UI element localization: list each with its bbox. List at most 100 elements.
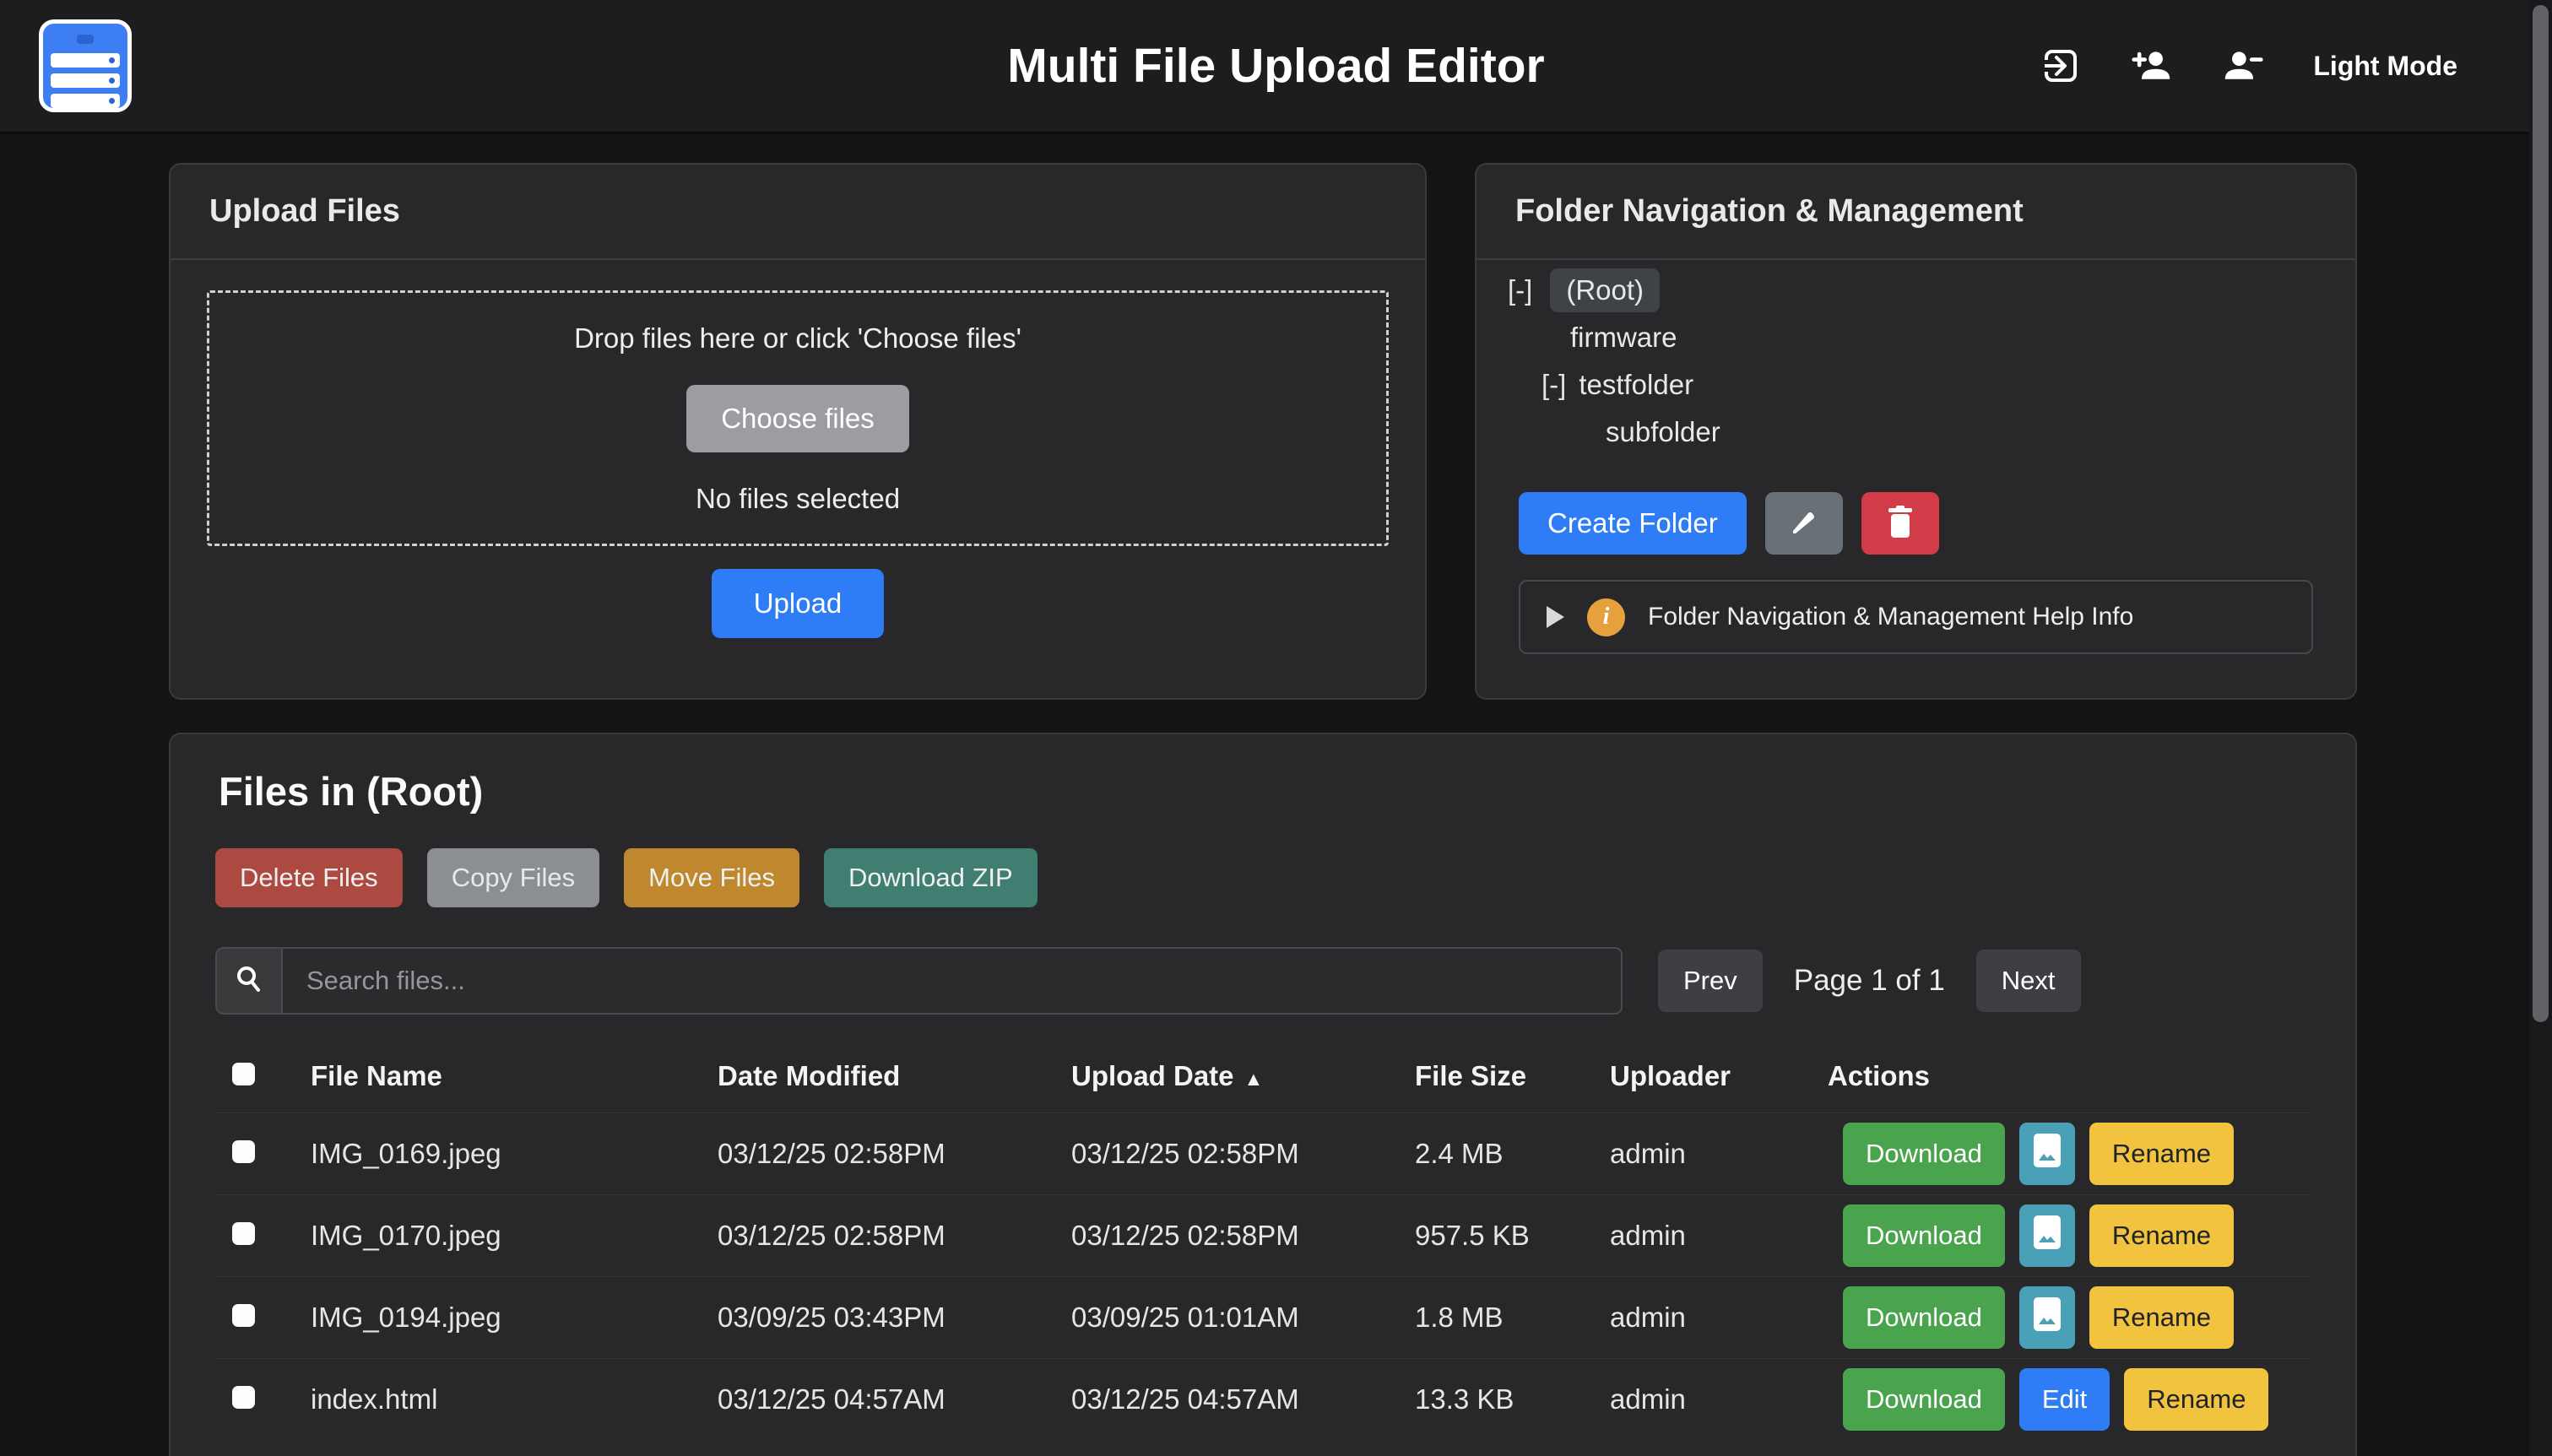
main-content: Upload Files Drop files here or click 'C… bbox=[0, 132, 2552, 1456]
tree-toggle-testfolder[interactable]: [-] bbox=[1541, 369, 1566, 401]
files-table-header: File Name Date Modified Upload Date▲ Fil… bbox=[215, 1040, 2311, 1112]
image-icon bbox=[2033, 1214, 2062, 1258]
pagination: Prev Page 1 of 1 Next bbox=[1658, 950, 2081, 1012]
trash-icon bbox=[1883, 504, 1917, 544]
row-checkbox[interactable] bbox=[232, 1222, 255, 1245]
rename-button[interactable]: Rename bbox=[2089, 1204, 2234, 1267]
tree-item-root: [-] (Root) bbox=[1508, 267, 2324, 314]
delete-files-button[interactable]: Delete Files bbox=[215, 848, 403, 907]
tree-toggle-root[interactable]: [-] bbox=[1508, 274, 1532, 306]
preview-image-button[interactable] bbox=[2019, 1286, 2075, 1349]
column-header-actions: Actions bbox=[1828, 1060, 2311, 1092]
date-modified: 03/12/25 02:58PM bbox=[718, 1138, 1071, 1170]
download-button[interactable]: Download bbox=[1843, 1286, 2005, 1349]
files-list-panel: Files in (Root) Delete Files Copy Files … bbox=[169, 733, 2357, 1456]
tree-item-firmware: firmware bbox=[1508, 314, 2324, 361]
image-icon bbox=[2033, 1132, 2062, 1176]
upload-button[interactable]: Upload bbox=[712, 569, 885, 638]
login-icon[interactable] bbox=[2040, 45, 2082, 87]
search-row: Prev Page 1 of 1 Next bbox=[215, 947, 2311, 1015]
upload-files-panel: Upload Files Drop files here or click 'C… bbox=[169, 163, 1427, 700]
person-add-icon[interactable] bbox=[2131, 45, 2173, 87]
select-all-checkbox[interactable] bbox=[232, 1063, 255, 1085]
image-icon bbox=[2033, 1296, 2062, 1340]
copy-files-button[interactable]: Copy Files bbox=[427, 848, 599, 907]
download-button[interactable]: Download bbox=[1843, 1368, 2005, 1431]
column-header-upload-date[interactable]: Upload Date▲ bbox=[1071, 1060, 1415, 1092]
column-header-file-size[interactable]: File Size bbox=[1415, 1060, 1610, 1092]
rename-folder-button[interactable] bbox=[1765, 492, 1843, 555]
move-files-button[interactable]: Move Files bbox=[624, 848, 799, 907]
file-size: 957.5 KB bbox=[1415, 1220, 1610, 1252]
download-zip-button[interactable]: Download ZIP bbox=[824, 848, 1038, 907]
rename-button[interactable]: Rename bbox=[2089, 1286, 2234, 1349]
prev-page-button[interactable]: Prev bbox=[1658, 950, 1763, 1012]
upload-panel-title: Upload Files bbox=[171, 165, 1425, 260]
logo-led bbox=[77, 35, 94, 44]
pencil-icon bbox=[1787, 506, 1821, 542]
column-header-uploader[interactable]: Uploader bbox=[1610, 1060, 1828, 1092]
table-row: index.html 03/12/25 04:57AM 03/12/25 04:… bbox=[215, 1358, 2311, 1440]
rename-button[interactable]: Rename bbox=[2089, 1123, 2234, 1185]
column-header-date-modified[interactable]: Date Modified bbox=[718, 1060, 1071, 1092]
search-input[interactable] bbox=[283, 947, 1623, 1015]
preview-image-button[interactable] bbox=[2019, 1204, 2075, 1267]
tree-folder-firmware[interactable]: firmware bbox=[1570, 322, 1677, 354]
folder-tree: [-] (Root) firmware [-] testfolder subfo… bbox=[1508, 267, 2324, 456]
uploader: admin bbox=[1610, 1383, 1828, 1415]
table-row: IMG_0170.jpeg 03/12/25 02:58PM 03/12/25 … bbox=[215, 1194, 2311, 1276]
column-header-file-name[interactable]: File Name bbox=[311, 1060, 718, 1092]
table-row: IMG_0169.jpeg 03/12/25 02:58PM 03/12/25 … bbox=[215, 1112, 2311, 1194]
caret-right-icon bbox=[1547, 606, 1564, 628]
uploader: admin bbox=[1610, 1302, 1828, 1334]
upload-date: 03/12/25 04:57AM bbox=[1071, 1383, 1415, 1415]
download-button[interactable]: Download bbox=[1843, 1204, 2005, 1267]
person-remove-icon[interactable] bbox=[2222, 45, 2264, 87]
server-stack-logo-icon bbox=[39, 19, 132, 112]
upload-date: 03/12/25 02:58PM bbox=[1071, 1138, 1415, 1170]
page-scrollbar-track[interactable] bbox=[2529, 0, 2552, 1456]
file-name: IMG_0169.jpeg bbox=[311, 1138, 718, 1170]
upload-date: 03/09/25 01:01AM bbox=[1071, 1302, 1415, 1334]
theme-toggle-button[interactable]: Light Mode bbox=[2313, 51, 2457, 82]
preview-image-button[interactable] bbox=[2019, 1123, 2075, 1185]
row-checkbox[interactable] bbox=[232, 1386, 255, 1409]
edit-button[interactable]: Edit bbox=[2019, 1368, 2110, 1431]
rename-button[interactable]: Rename bbox=[2124, 1368, 2268, 1431]
download-button[interactable]: Download bbox=[1843, 1123, 2005, 1185]
table-row: IMG_0194.jpeg 03/09/25 03:43PM 03/09/25 … bbox=[215, 1276, 2311, 1358]
tree-folder-root[interactable]: (Root) bbox=[1550, 268, 1660, 312]
tree-folder-testfolder[interactable]: testfolder bbox=[1579, 369, 1693, 401]
next-page-button[interactable]: Next bbox=[1976, 950, 2081, 1012]
choose-files-button[interactable]: Choose files bbox=[686, 385, 909, 452]
tree-item-subfolder: subfolder bbox=[1508, 409, 2324, 456]
page-title: Multi File Upload Editor bbox=[1007, 38, 1544, 94]
upload-date: 03/12/25 02:58PM bbox=[1071, 1220, 1415, 1252]
folder-navigation-panel: Folder Navigation & Management [-] (Root… bbox=[1475, 163, 2357, 700]
row-checkbox[interactable] bbox=[232, 1304, 255, 1327]
file-name: IMG_0170.jpeg bbox=[311, 1220, 718, 1252]
create-folder-button[interactable]: Create Folder bbox=[1519, 492, 1747, 555]
file-size: 1.8 MB bbox=[1415, 1302, 1610, 1334]
file-name: index.html bbox=[311, 1383, 718, 1415]
file-dropzone[interactable]: Drop files here or click 'Choose files' … bbox=[207, 290, 1389, 546]
files-table: File Name Date Modified Upload Date▲ Fil… bbox=[215, 1040, 2311, 1440]
row-checkbox[interactable] bbox=[232, 1140, 255, 1163]
search-button[interactable] bbox=[215, 947, 283, 1015]
files-section-title: Files in (Root) bbox=[219, 768, 2311, 815]
page-indicator: Page 1 of 1 bbox=[1794, 964, 1945, 998]
folder-panel-title: Folder Navigation & Management bbox=[1476, 165, 2355, 260]
search-icon bbox=[233, 963, 265, 999]
header-actions: Light Mode bbox=[2040, 45, 2513, 87]
file-size: 2.4 MB bbox=[1415, 1138, 1610, 1170]
folder-help-expander[interactable]: i Folder Navigation & Management Help In… bbox=[1519, 580, 2313, 654]
info-icon: i bbox=[1587, 598, 1625, 636]
page-scrollbar-thumb[interactable] bbox=[2533, 5, 2549, 1022]
uploader: admin bbox=[1610, 1138, 1828, 1170]
files-selected-status: No files selected bbox=[696, 483, 900, 515]
tree-folder-subfolder[interactable]: subfolder bbox=[1606, 416, 1720, 448]
dropzone-hint: Drop files here or click 'Choose files' bbox=[574, 322, 1021, 355]
tree-item-testfolder: [-] testfolder bbox=[1508, 361, 2324, 409]
folder-actions: Create Folder bbox=[1508, 492, 2324, 555]
delete-folder-button[interactable] bbox=[1861, 492, 1939, 555]
